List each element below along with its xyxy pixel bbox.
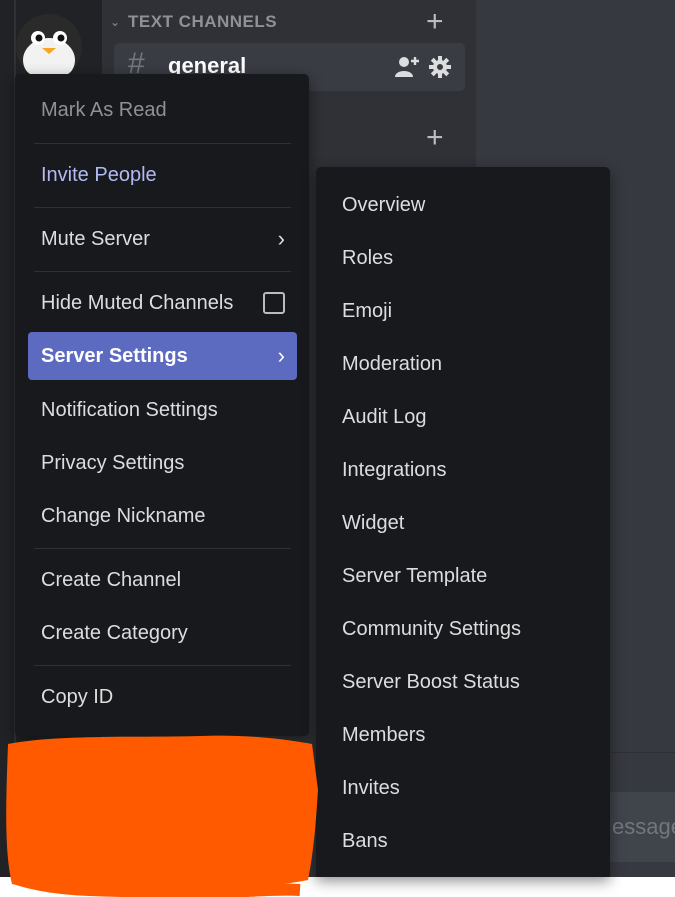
submenu-item-roles[interactable]: Roles	[328, 236, 598, 280]
submenu-item-label: Integrations	[342, 458, 447, 481]
mark-as-read-item[interactable]: Mark As Read	[28, 86, 297, 134]
submenu-item-server-template[interactable]: Server Template	[328, 554, 598, 598]
menu-separator	[34, 271, 291, 272]
menu-separator	[34, 143, 291, 144]
submenu-item-label: Bans	[342, 829, 388, 852]
add-channel-plus-icon[interactable]: +	[426, 7, 444, 37]
submenu-item-label: Server Template	[342, 564, 488, 587]
submenu-item-label: Invites	[342, 776, 400, 799]
submenu-item-community-settings[interactable]: Community Settings	[328, 607, 598, 651]
menu-item-label: Hide Muted Channels	[41, 291, 234, 314]
add-user-icon[interactable]	[394, 55, 422, 84]
submenu-item-label: Overview	[342, 193, 426, 216]
submenu-item-bans[interactable]: Bans	[328, 819, 598, 863]
menu-item-label: Invite People	[41, 163, 157, 186]
notification-settings-item[interactable]: Notification Settings	[28, 386, 297, 434]
menu-item-label: Notification Settings	[41, 398, 218, 421]
submenu-item-members[interactable]: Members	[328, 713, 598, 757]
server-context-menu: Mark As Read Invite People Mute Server ›…	[15, 74, 309, 736]
submenu-item-label: Community Settings	[342, 617, 521, 640]
menu-item-label: Mark As Read	[41, 98, 167, 121]
server-icon[interactable]	[16, 14, 82, 80]
penguin-icon	[16, 14, 82, 80]
category-header-text-channels[interactable]: ⌄ TEXT CHANNELS	[110, 8, 455, 36]
invite-people-item[interactable]: Invite People	[28, 151, 297, 199]
mute-server-item[interactable]: Mute Server ›	[28, 215, 297, 263]
server-settings-submenu: Overview Roles Emoji Moderation Audit Lo…	[316, 167, 610, 877]
chevron-right-icon: ›	[277, 226, 285, 251]
submenu-item-label: Roles	[342, 246, 394, 269]
message-placeholder: essage	[612, 814, 675, 839]
menu-separator	[34, 548, 291, 549]
menu-item-label: Mute Server	[41, 227, 150, 250]
create-channel-item[interactable]: Create Channel	[28, 556, 297, 604]
menu-item-label: Privacy Settings	[41, 451, 185, 474]
add-channel-plus-icon[interactable]: +	[426, 123, 444, 153]
menu-item-label: Server Settings	[41, 344, 188, 367]
submenu-item-label: Moderation	[342, 352, 443, 375]
chevron-right-icon: ›	[277, 343, 285, 368]
privacy-settings-item[interactable]: Privacy Settings	[28, 439, 297, 487]
submenu-item-emoji[interactable]: Emoji	[328, 289, 598, 333]
submenu-item-audit-log[interactable]: Audit Log	[328, 395, 598, 439]
menu-item-label: Create Category	[41, 621, 188, 644]
server-settings-item[interactable]: Server Settings ›	[28, 332, 297, 380]
chevron-down-icon: ⌄	[110, 15, 121, 29]
submenu-item-label: Server Boost Status	[342, 670, 520, 693]
menu-item-label: Create Channel	[41, 568, 182, 591]
menu-item-label: Change Nickname	[41, 504, 206, 527]
submenu-item-integrations[interactable]: Integrations	[328, 448, 598, 492]
submenu-item-label: Members	[342, 723, 426, 746]
menu-item-label: Copy ID	[41, 685, 114, 708]
hide-muted-channels-item[interactable]: Hide Muted Channels	[28, 279, 297, 327]
menu-separator	[34, 207, 291, 208]
submenu-item-server-boost-status[interactable]: Server Boost Status	[328, 660, 598, 704]
copy-id-item[interactable]: Copy ID	[28, 673, 297, 721]
submenu-item-label: Audit Log	[342, 405, 427, 428]
submenu-item-label: Emoji	[342, 299, 393, 322]
hide-muted-checkbox[interactable]	[263, 292, 285, 314]
redaction-scribble	[6, 735, 318, 897]
submenu-item-label: Widget	[342, 511, 405, 534]
category-label: TEXT CHANNELS	[128, 12, 278, 31]
submenu-item-widget[interactable]: Widget	[328, 501, 598, 545]
submenu-item-invites[interactable]: Invites	[328, 766, 598, 810]
create-category-item[interactable]: Create Category	[28, 609, 297, 657]
gear-icon[interactable]	[428, 55, 452, 84]
menu-separator	[34, 665, 291, 666]
submenu-item-moderation[interactable]: Moderation	[328, 342, 598, 386]
submenu-item-overview[interactable]: Overview	[328, 183, 598, 227]
change-nickname-item[interactable]: Change Nickname	[28, 492, 297, 540]
